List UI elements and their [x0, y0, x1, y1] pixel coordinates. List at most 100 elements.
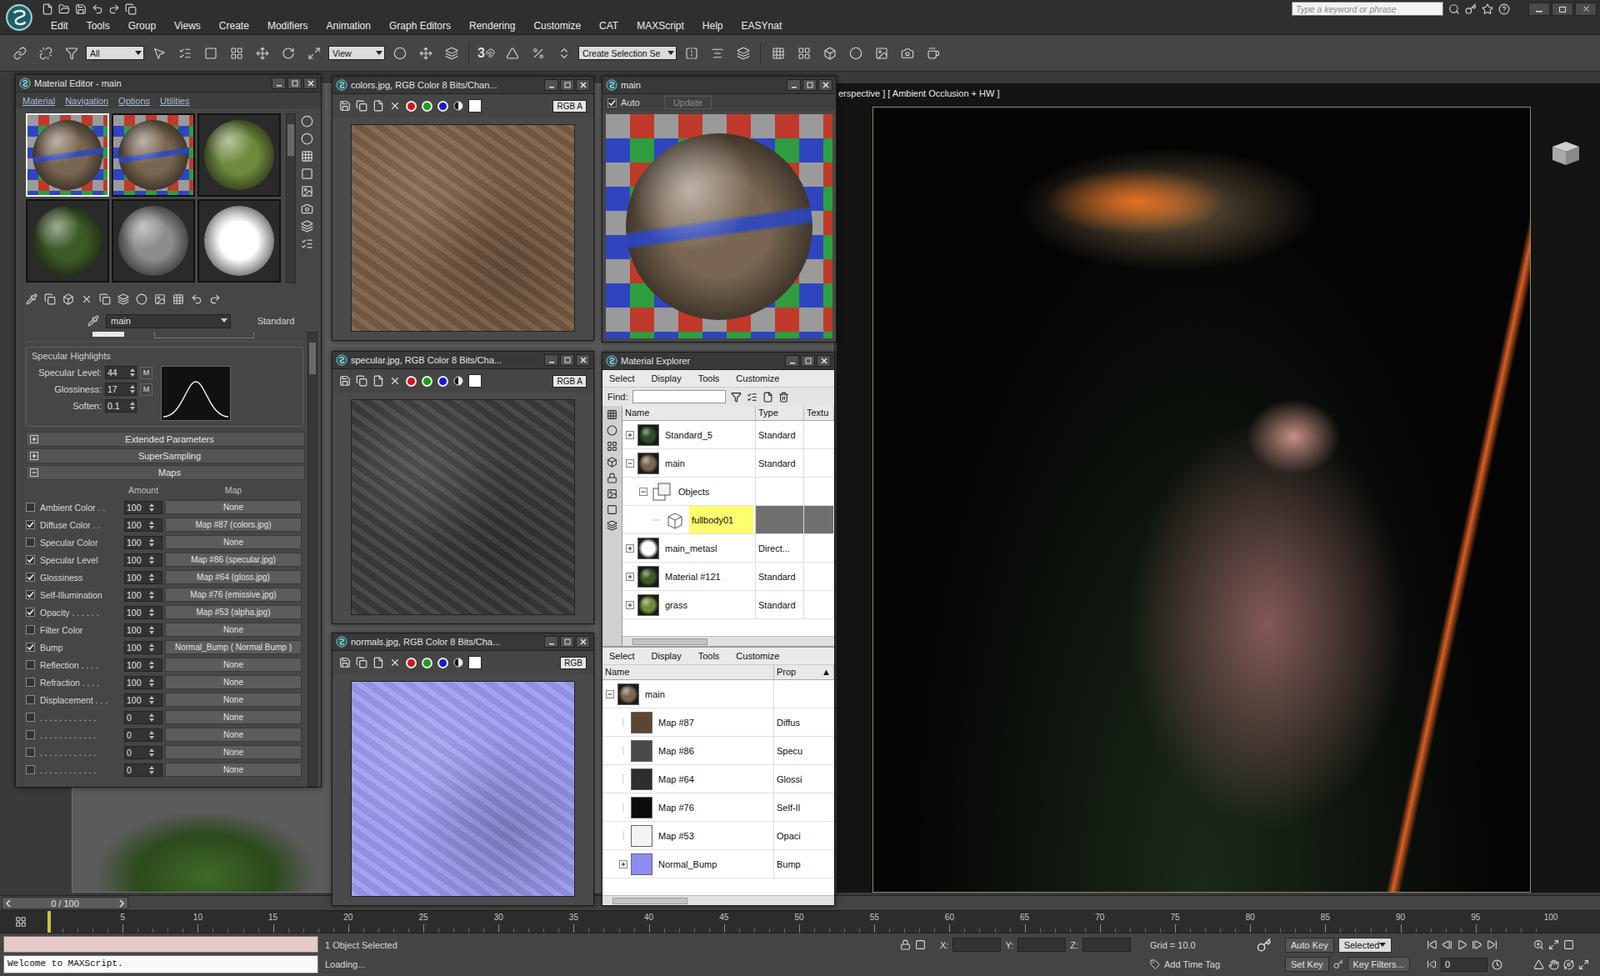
- set-key-mode-icon[interactable]: [1256, 937, 1272, 953]
- select-and-scale-button[interactable]: [302, 41, 325, 65]
- selection-filter-dropdown[interactable]: All: [85, 45, 145, 60]
- rollout-header[interactable]: SuperSampling: [25, 448, 305, 464]
- spinner-value[interactable]: 0.1: [105, 400, 130, 412]
- tree-row[interactable]: Map #76Self-Il: [602, 793, 835, 822]
- find-input[interactable]: [632, 390, 726, 404]
- rollout-header[interactable]: Maps: [25, 465, 305, 480]
- tree-row[interactable]: grassStandard: [622, 590, 835, 620]
- amount-value[interactable]: 100: [125, 519, 149, 531]
- checkbox[interactable]: [607, 98, 617, 108]
- favorites-icon[interactable]: [1481, 3, 1494, 15]
- channel-dropdown[interactable]: RGB A: [552, 100, 587, 113]
- menu-item[interactable]: Animation: [317, 20, 380, 32]
- amount-spinner[interactable]: 100: [124, 535, 163, 550]
- save-image-icon[interactable]: [339, 100, 351, 112]
- checkbox[interactable]: [25, 695, 35, 705]
- title-bar[interactable]: colors.jpg, RGB Color 8 Bits/Chan...: [332, 76, 594, 95]
- background-swatch[interactable]: [468, 655, 482, 670]
- app-close-button[interactable]: [1575, 2, 1597, 16]
- spinner-arrows-icon[interactable]: [148, 624, 155, 636]
- display-maps-icon[interactable]: [606, 440, 618, 452]
- app-icon[interactable]: [335, 354, 348, 366]
- previous-frame-icon[interactable]: [5, 899, 12, 908]
- amount-spinner[interactable]: 100: [124, 588, 163, 602]
- spinner[interactable]: 0.1: [105, 399, 137, 413]
- maximize-button[interactable]: [560, 354, 575, 366]
- spinner-arrows-icon[interactable]: [148, 554, 155, 566]
- rectangular-selection-button[interactable]: [199, 41, 222, 65]
- minimize-button[interactable]: [786, 79, 801, 91]
- add-time-tag[interactable]: Add Time Tag: [1150, 955, 1250, 973]
- red-channel-toggle[interactable]: [405, 100, 417, 112]
- lock-icon[interactable]: [606, 472, 618, 484]
- amount-value[interactable]: 0: [125, 764, 149, 776]
- coord-field[interactable]: [1082, 937, 1131, 952]
- minimize-button[interactable]: [544, 79, 559, 91]
- column-header[interactable]: Type: [755, 405, 805, 420]
- amount-spinner[interactable]: 0: [124, 763, 163, 777]
- green-channel-toggle[interactable]: [421, 657, 433, 669]
- menu-item[interactable]: Rendering: [460, 20, 525, 32]
- assign-material-icon[interactable]: [62, 293, 75, 305]
- spinner-snap-button[interactable]: [552, 41, 575, 65]
- put-to-scene-icon[interactable]: [44, 293, 56, 305]
- rendered-frame-button[interactable]: [895, 41, 919, 65]
- curve-editor-toggle[interactable]: [0, 910, 42, 933]
- background-swatch[interactable]: [468, 374, 482, 388]
- spinner-arrows-icon[interactable]: [148, 711, 155, 724]
- material-editor-window[interactable]: Material Editor - mainMaterialNavigation…: [15, 74, 322, 788]
- title-bar[interactable]: Material Explorer: [602, 352, 835, 370]
- spinner-arrows-icon[interactable]: [148, 571, 155, 584]
- background-swatch[interactable]: [468, 99, 482, 113]
- spinner-arrows-icon[interactable]: [148, 589, 155, 601]
- amount-spinner[interactable]: 100: [124, 693, 163, 707]
- expand-icon[interactable]: [30, 435, 39, 444]
- tree-row[interactable]: Map #87Diffus: [602, 708, 835, 737]
- show-map-icon[interactable]: [154, 293, 166, 305]
- amount-value[interactable]: 100: [125, 676, 149, 689]
- application-button[interactable]: [0, 0, 39, 35]
- expand-icon[interactable]: [30, 451, 39, 460]
- amount-spinner[interactable]: 100: [124, 553, 163, 567]
- save-icon[interactable]: [75, 3, 87, 15]
- app-icon[interactable]: [335, 635, 348, 648]
- rollout-scrollbar[interactable]: [307, 331, 318, 787]
- minimize-button[interactable]: [785, 355, 800, 367]
- clone-window-icon[interactable]: [355, 656, 368, 669]
- map-slot-button[interactable]: None: [165, 657, 302, 672]
- keyboard-shortcut-button[interactable]: [440, 41, 463, 65]
- minimize-button[interactable]: [544, 354, 559, 366]
- pivot-center-button[interactable]: [388, 41, 411, 65]
- close-button[interactable]: [818, 79, 833, 91]
- channel-dropdown[interactable]: RGB: [560, 656, 587, 670]
- tree-row[interactable]: main: [602, 680, 835, 709]
- app-restore-button[interactable]: [1551, 2, 1574, 16]
- blue-channel-toggle[interactable]: [437, 657, 449, 669]
- pick-material-icon[interactable]: [87, 315, 100, 327]
- render-setup-button[interactable]: [870, 41, 893, 65]
- material-explorer-window[interactable]: Material ExplorerSelectDisplayToolsCusto…: [601, 351, 835, 906]
- percent-snap-button[interactable]: [526, 41, 550, 65]
- zoom-extents-icon[interactable]: [1563, 939, 1575, 950]
- bind-space-warp-button[interactable]: [60, 41, 83, 65]
- spinner-value[interactable]: 44: [105, 366, 130, 379]
- project-folder-icon[interactable]: [125, 3, 137, 15]
- spinner-value[interactable]: 17: [105, 383, 130, 395]
- checkbox[interactable]: [25, 590, 35, 600]
- map-slot-button[interactable]: Map #53 (alpha.jpg): [165, 605, 302, 620]
- zoom-icon[interactable]: [1533, 939, 1545, 950]
- material-name-field[interactable]: main: [105, 314, 231, 329]
- time-slider-thumb[interactable]: 0 / 100: [1, 896, 129, 910]
- video-color-check-icon[interactable]: [300, 185, 314, 198]
- make-unique-icon[interactable]: [99, 293, 111, 305]
- reference-coordinate-dropdown[interactable]: View: [328, 45, 385, 60]
- channel-dropdown[interactable]: RGB A: [552, 375, 587, 388]
- maximize-button[interactable]: [802, 79, 817, 91]
- spinner-arrows-icon[interactable]: [129, 400, 136, 412]
- map-slot-button[interactable]: None: [165, 727, 302, 742]
- clear-icon[interactable]: [389, 375, 401, 387]
- checkbox[interactable]: [25, 677, 35, 687]
- checkbox[interactable]: [25, 520, 35, 530]
- checkbox[interactable]: [25, 502, 35, 512]
- amount-value[interactable]: 100: [125, 501, 149, 514]
